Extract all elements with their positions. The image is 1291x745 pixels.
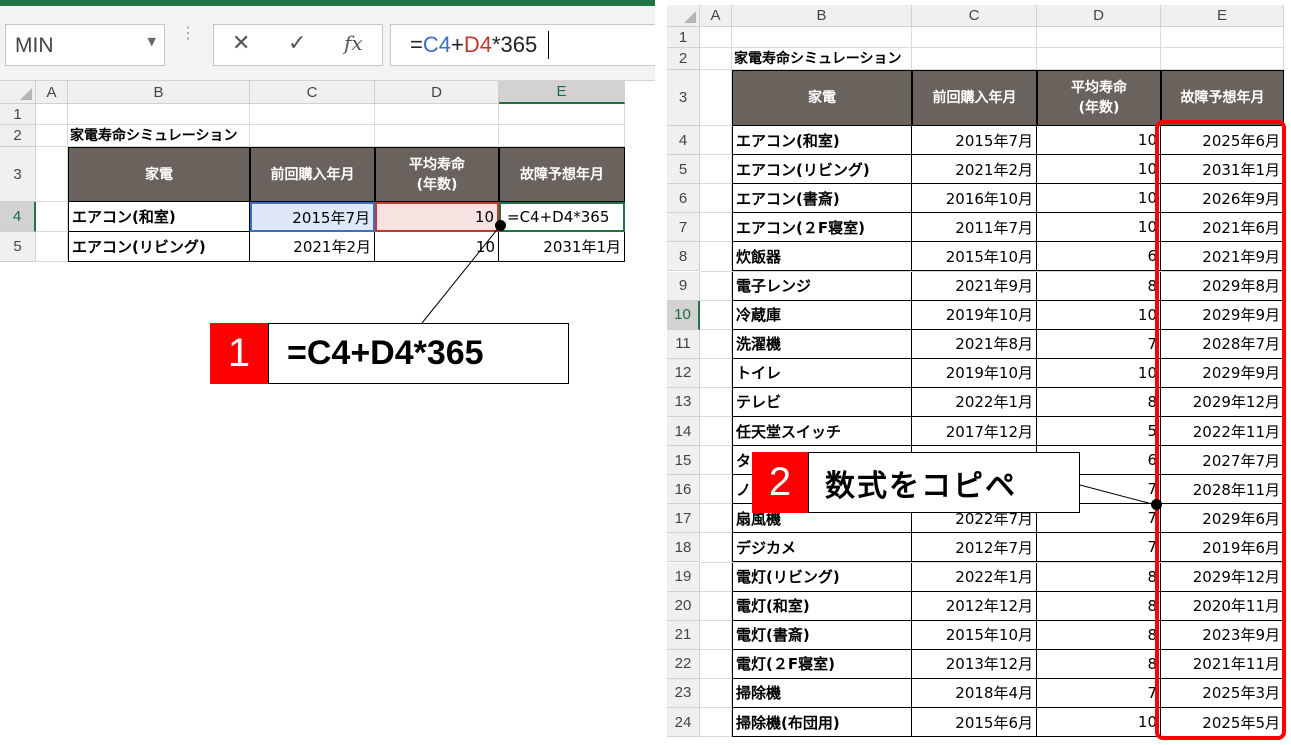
callout1-anchor-dot (495, 220, 506, 231)
callout-1-text: =C4+D4*365 (268, 323, 569, 384)
callout-2-text: 数式をコピペ (808, 452, 1080, 513)
callout-1: 1 =C4+D4*365 (210, 323, 569, 384)
callout-2: 2 数式をコピペ (752, 452, 1080, 513)
callout1-leader (421, 225, 501, 324)
callout2-anchor-dot (1151, 499, 1162, 510)
callout-1-number: 1 (210, 323, 268, 384)
highlight-column-e (1155, 120, 1286, 740)
callout2-leader (1079, 484, 1157, 506)
callout-leader-lines (421, 120, 1286, 740)
callout-2-number: 2 (752, 452, 808, 513)
